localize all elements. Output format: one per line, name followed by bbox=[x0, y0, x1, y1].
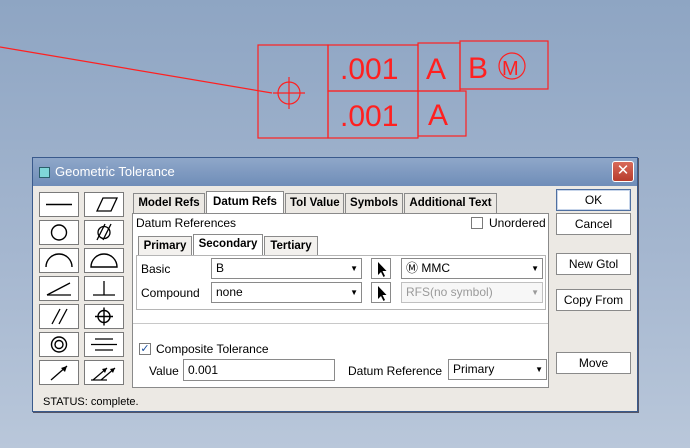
tab-model-refs[interactable]: Model Refs bbox=[133, 193, 205, 213]
circular-runout-icon bbox=[50, 365, 68, 381]
separator bbox=[133, 323, 548, 324]
row2-datum-a: A bbox=[428, 99, 448, 132]
cylindricity-icon bbox=[96, 223, 112, 241]
status-text: STATUS: complete. bbox=[43, 396, 139, 408]
parallelism-icon bbox=[51, 308, 68, 325]
circular-runout-button[interactable] bbox=[39, 360, 79, 385]
composite-tolerance-label: Composite Tolerance bbox=[156, 342, 269, 356]
datum-reference-select[interactable]: Primary ▼ bbox=[448, 359, 547, 380]
new-gtol-button[interactable]: New Gtol bbox=[556, 253, 631, 275]
subtab-tertiary[interactable]: Tertiary bbox=[264, 236, 318, 255]
straightness-icon bbox=[46, 203, 72, 206]
row1-datum-a: A bbox=[426, 53, 446, 86]
compound-datum-value: none bbox=[216, 285, 243, 299]
subtab-secondary[interactable]: Secondary bbox=[193, 234, 263, 255]
total-runout-button[interactable] bbox=[84, 360, 124, 385]
subtab-primary[interactable]: Primary bbox=[138, 236, 192, 255]
angularity-button[interactable] bbox=[39, 276, 79, 301]
copy-from-button[interactable]: Copy From bbox=[556, 289, 631, 311]
profile-line-icon bbox=[45, 253, 73, 268]
straightness-button[interactable] bbox=[39, 192, 79, 217]
parallelism-button[interactable] bbox=[39, 304, 79, 329]
chevron-down-icon: ▼ bbox=[350, 288, 358, 297]
leader-line bbox=[0, 46, 273, 94]
datum-refs-panel: Datum References Unordered Primary Secon… bbox=[132, 213, 549, 388]
dialog-titlebar[interactable]: Geometric Tolerance ✕ bbox=[33, 158, 637, 186]
ok-button[interactable]: OK bbox=[556, 189, 631, 211]
datum-reference-label: Datum Reference bbox=[348, 364, 443, 378]
unordered-checkbox[interactable] bbox=[471, 217, 483, 229]
circularity-icon bbox=[50, 224, 68, 241]
row1-tolerance: .001 bbox=[340, 53, 398, 86]
profile-surface-button[interactable] bbox=[84, 248, 124, 273]
window-icon bbox=[39, 167, 50, 178]
close-button[interactable]: ✕ bbox=[612, 161, 634, 182]
compound-pick-button[interactable] bbox=[371, 282, 391, 303]
feature-control-frame-drawing: .001 A B M .001 A bbox=[0, 40, 549, 139]
chevron-down-icon: ▼ bbox=[531, 288, 539, 297]
symbol-cell bbox=[257, 44, 329, 139]
flatness-icon bbox=[95, 197, 119, 212]
basic-label: Basic bbox=[141, 262, 171, 276]
symmetry-icon bbox=[91, 338, 117, 351]
tab-datum-refs[interactable]: Datum Refs bbox=[206, 191, 284, 213]
basic-modifier-select[interactable]: Ⓜ MMC ▼ bbox=[401, 258, 543, 279]
basic-datum-value: B bbox=[216, 261, 225, 275]
row1-modifier: M bbox=[502, 58, 519, 80]
dialog-title: Geometric Tolerance bbox=[55, 164, 175, 179]
cylindricity-button[interactable] bbox=[84, 220, 124, 245]
chevron-down-icon: ▼ bbox=[350, 264, 358, 273]
basic-modifier-value: MMC bbox=[421, 261, 451, 275]
tab-symbols[interactable]: Symbols bbox=[345, 193, 403, 213]
unordered-label: Unordered bbox=[489, 216, 546, 230]
symbol-palette bbox=[39, 192, 127, 388]
concentricity-icon bbox=[50, 336, 68, 353]
profile-surface-icon bbox=[90, 253, 118, 268]
value-input-text: 0.001 bbox=[188, 363, 219, 377]
composite-tolerance-checkbox[interactable]: ✓ bbox=[139, 343, 151, 355]
datum-reference-value: Primary bbox=[453, 362, 495, 376]
tab-additional-text[interactable]: Additional Text bbox=[404, 193, 497, 213]
concentricity-button[interactable] bbox=[39, 332, 79, 357]
angularity-icon bbox=[46, 282, 71, 296]
basic-datum-select[interactable]: B ▼ bbox=[211, 258, 362, 279]
profile-line-button[interactable] bbox=[39, 248, 79, 273]
cancel-button[interactable]: Cancel bbox=[556, 213, 631, 235]
position-symbol-icon bbox=[273, 77, 305, 109]
move-button[interactable]: Move bbox=[556, 352, 631, 374]
value-label: Value bbox=[149, 364, 179, 378]
secondary-datum-panel: Basic B ▼ Ⓜ MMC ▼ Compound none ▼ RFS(no… bbox=[136, 255, 546, 310]
cursor-arrow-icon bbox=[378, 286, 387, 301]
geometric-tolerance-dialog: Geometric Tolerance ✕ Model Refs Datum R… bbox=[32, 157, 638, 412]
close-icon: ✕ bbox=[616, 162, 630, 179]
total-runout-icon bbox=[91, 367, 116, 381]
chevron-down-icon: ▼ bbox=[531, 264, 539, 273]
basic-pick-button[interactable] bbox=[371, 258, 391, 279]
compound-datum-select[interactable]: none ▼ bbox=[211, 282, 362, 303]
chevron-down-icon: ▼ bbox=[535, 365, 543, 374]
datum-references-label: Datum References bbox=[136, 216, 237, 230]
value-input[interactable]: 0.001 bbox=[183, 359, 335, 381]
circularity-button[interactable] bbox=[39, 220, 79, 245]
cursor-arrow-icon bbox=[378, 262, 387, 277]
mmc-modifier-icon: Ⓜ bbox=[406, 261, 419, 275]
flatness-button[interactable] bbox=[84, 192, 124, 217]
compound-modifier-value: RFS(no symbol) bbox=[406, 285, 493, 299]
tab-tol-value[interactable]: Tol Value bbox=[285, 193, 344, 213]
position-icon bbox=[95, 307, 113, 326]
perpendicularity-icon bbox=[93, 281, 115, 296]
row1-datum-b: B bbox=[468, 52, 488, 85]
position-button[interactable] bbox=[84, 304, 124, 329]
compound-label: Compound bbox=[141, 286, 200, 300]
symmetry-button[interactable] bbox=[84, 332, 124, 357]
compound-modifier-select[interactable]: RFS(no symbol) ▼ bbox=[401, 282, 543, 303]
row2-tolerance: .001 bbox=[340, 100, 398, 133]
perpendicularity-button[interactable] bbox=[84, 276, 124, 301]
